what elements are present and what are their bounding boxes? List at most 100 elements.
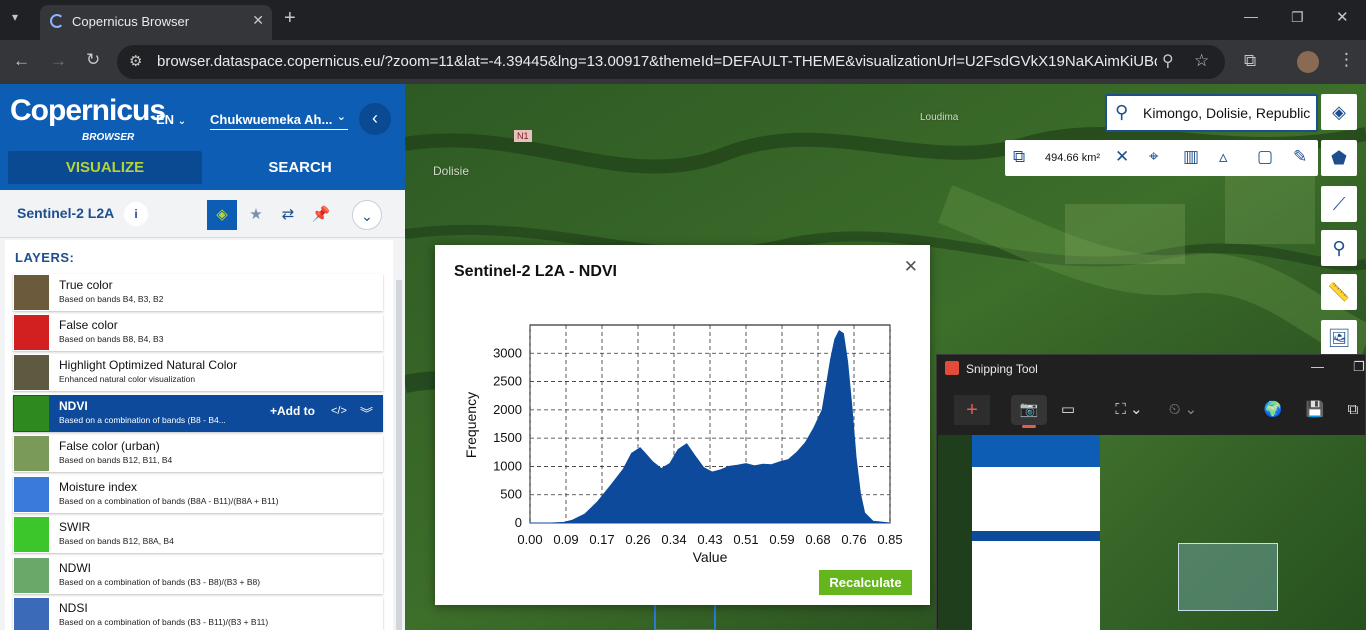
layers-list: LAYERS: True color Based on bands B4, B3,…: [5, 240, 393, 630]
center-icon[interactable]: ⌖: [1149, 147, 1159, 167]
layer-item[interactable]: NDSI Based on a combination of bands (B3 …: [13, 597, 383, 630]
address-bar[interactable]: ⚙ browser.dataspace.copernicus.eu/?zoom=…: [117, 45, 1225, 79]
dataset-name: Sentinel-2 L2A: [17, 205, 115, 221]
measure-line-button[interactable]: ⟋: [1321, 186, 1357, 222]
language-select[interactable]: EN ⌄: [156, 112, 186, 127]
profile-avatar[interactable]: [1297, 51, 1319, 73]
statistics-chart-icon[interactable]: ▵: [1219, 147, 1228, 167]
image-download-button[interactable]: 🖼: [1321, 320, 1357, 356]
layer-item[interactable]: NDWI Based on a combination of bands (B3 …: [13, 557, 383, 594]
search-input[interactable]: Kimongo, Dolisie, Republic of: [1143, 105, 1313, 121]
layer-description: Enhanced natural color visualization: [59, 374, 196, 384]
area-value: 494.66 km²: [1045, 152, 1101, 164]
extensions-icon[interactable]: ⧉: [1244, 51, 1256, 71]
preview-panel: [972, 435, 1100, 630]
expand-icon[interactable]: ︾: [360, 403, 373, 422]
layer-item[interactable]: True color Based on bands B4, B3, B2: [13, 274, 383, 311]
left-panel: Copernicus BROWSER EN ⌄ Chukwuemeka Ah..…: [0, 84, 405, 630]
pin-icon[interactable]: 📌: [306, 200, 336, 230]
layer-item[interactable]: Highlight Optimized Natural Color Enhance…: [13, 354, 383, 391]
x-tick-label: 0.09: [553, 532, 578, 547]
logo-subtitle: BROWSER: [82, 132, 135, 143]
menu-icon[interactable]: ⋮: [1338, 50, 1355, 70]
tab-search[interactable]: SEARCH: [200, 151, 400, 184]
close-tab-icon[interactable]: ✕: [252, 12, 264, 29]
collapse-panel-button[interactable]: ‹: [359, 103, 391, 135]
code-icon[interactable]: </>: [331, 405, 347, 417]
video-icon[interactable]: ▭: [1053, 395, 1083, 425]
mode-indicator: [1022, 425, 1036, 428]
recalculate-button[interactable]: Recalculate: [819, 570, 912, 595]
layer-description: Based on bands B12, B11, B4: [59, 455, 173, 465]
plus-icon: +: [270, 404, 278, 418]
layer-item[interactable]: False color (urban) Based on bands B12, B…: [13, 435, 383, 472]
histogram-icon[interactable]: ▥: [1183, 147, 1199, 167]
back-icon[interactable]: ←: [13, 51, 30, 71]
add-to-button[interactable]: +Add to: [270, 404, 315, 418]
rectangle-icon[interactable]: ▢: [1257, 147, 1273, 167]
compare-icon[interactable]: ⇄: [273, 200, 303, 230]
expand-chevron-icon[interactable]: ⌄: [352, 200, 382, 230]
polygon-draw-button[interactable]: ⬟: [1321, 140, 1357, 176]
ruler-button[interactable]: 📏: [1321, 274, 1357, 310]
snipping-tool-icon: [945, 361, 959, 375]
layer-item[interactable]: False color Based on bands B8, B4, B3: [13, 314, 383, 351]
paint-icon[interactable]: 🌍: [1261, 395, 1285, 425]
chevron-down-icon: ⌄: [336, 111, 346, 123]
location-search[interactable]: ⚲ Kimongo, Dolisie, Republic of: [1105, 94, 1318, 132]
new-snip-button[interactable]: +: [954, 395, 990, 425]
layer-description: Based on a combination of bands (B8A - B…: [59, 496, 279, 506]
bookmark-star-icon[interactable]: ☆: [1194, 51, 1209, 71]
edit-pencil-icon[interactable]: ✎: [1293, 147, 1307, 167]
layer-item[interactable]: Moisture index Based on a combination of …: [13, 476, 383, 513]
site-info-icon[interactable]: ⚙: [129, 52, 142, 70]
minimize-icon[interactable]: —: [1244, 8, 1258, 24]
layer-title: False color (urban): [59, 439, 160, 453]
layers-toggle-button[interactable]: ◈: [1321, 94, 1357, 130]
restore-icon[interactable]: ❐: [1353, 359, 1365, 375]
copy-icon[interactable]: ⧉: [1341, 395, 1365, 425]
map-label-loudima: Loudima: [920, 112, 959, 123]
favorite-star-icon[interactable]: ★: [241, 200, 271, 230]
user-menu[interactable]: Chukwuemeka Ah... ⌄: [210, 111, 348, 130]
copy-icon[interactable]: ⧉: [1013, 147, 1025, 167]
layer-item[interactable]: NDVI Based on a combination of bands (B8 …: [13, 395, 383, 432]
layer-item[interactable]: SWIR Based on bands B12, B8A, B4: [13, 516, 383, 553]
panel-scrollbar[interactable]: [396, 280, 402, 630]
snipping-tool-window: Snipping Tool — ❐ + 📷 ▭ ⛶ ⌄ ⏲ ⌄ 🌍 💾 ⧉: [936, 354, 1366, 630]
browser-tab[interactable]: Copernicus Browser ✕: [40, 5, 272, 40]
ndvi-histogram-chart: 0.00 0.09 0.17 0.26 0.34 0.43 0.51 0.59 0.68 0.76…: [463, 324, 903, 565]
layer-title: NDWI: [59, 561, 91, 575]
camera-icon[interactable]: 📷: [1011, 395, 1047, 425]
reload-icon[interactable]: ↻: [86, 50, 100, 70]
forward-icon[interactable]: →: [50, 51, 67, 71]
remove-area-icon[interactable]: ✕: [1115, 147, 1129, 167]
layer-thumbnail: [14, 396, 49, 431]
close-window-icon[interactable]: ✕: [1336, 8, 1349, 26]
restore-icon[interactable]: ❐: [1291, 9, 1304, 26]
minimize-icon[interactable]: —: [1311, 359, 1324, 374]
preview-selection: [1178, 543, 1278, 611]
snipping-tool-title: Snipping Tool: [966, 362, 1038, 376]
layer-title: False color: [59, 318, 118, 332]
x-tick-label: 0.76: [841, 532, 866, 547]
new-tab-icon[interactable]: +: [284, 7, 296, 30]
layers-button[interactable]: ◈: [207, 200, 237, 230]
info-icon[interactable]: i: [124, 202, 148, 226]
dataset-bar: Sentinel-2 L2A i ◈ ★ ⇄ 📌 ⌄: [0, 190, 405, 238]
tab-visualize[interactable]: VISUALIZE: [8, 151, 202, 184]
zoom-icon[interactable]: ⚲: [1162, 51, 1174, 71]
location-pin-button[interactable]: ⚲: [1321, 230, 1357, 266]
browser-toolbar: ← → ↻ ⚙ browser.dataspace.copernicus.eu/…: [0, 40, 1366, 84]
tab-list-icon[interactable]: ▾: [12, 10, 18, 24]
layer-thumbnail: [14, 477, 49, 512]
x-tick-label: 0.26: [625, 532, 650, 547]
save-icon[interactable]: 💾: [1303, 395, 1327, 425]
snip-preview-image: [938, 435, 1366, 630]
snip-mode-icon[interactable]: ⛶ ⌄: [1107, 395, 1151, 425]
delay-icon[interactable]: ⏲ ⌄: [1161, 395, 1205, 425]
x-tick-label: 0.68: [805, 532, 830, 547]
chevron-down-icon: ⌄: [177, 116, 187, 127]
language-value: EN: [156, 112, 175, 127]
layer-thumbnail: [14, 598, 49, 630]
